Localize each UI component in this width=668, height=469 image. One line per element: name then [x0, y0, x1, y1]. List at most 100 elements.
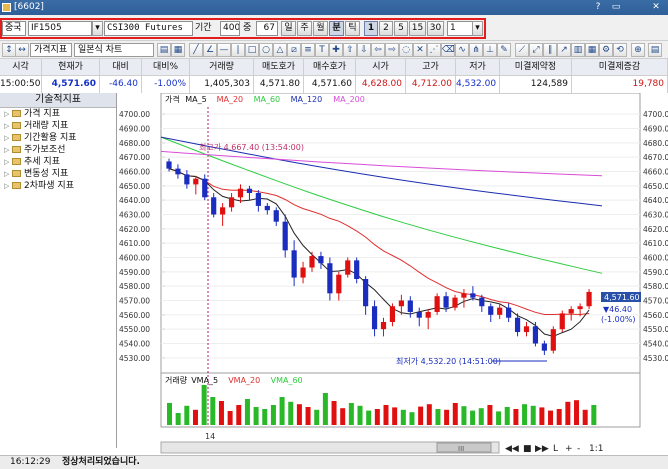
triangle-tool-icon[interactable]: △ — [273, 43, 287, 57]
interval-5[interactable]: 5 — [394, 21, 408, 36]
nav-button[interactable]: - — [577, 444, 580, 454]
indicator-group-volatility[interactable]: ▷ 변동성 지표 — [0, 168, 116, 180]
volume-bar — [556, 409, 562, 425]
indicator-group-volume[interactable]: ▷ 거래량 지표 — [0, 120, 116, 132]
nav-button[interactable]: ◀◀ — [505, 444, 519, 454]
close-button[interactable]: ✕ — [650, 2, 662, 13]
trendline-tool-icon[interactable]: ╱ — [189, 43, 203, 57]
angle-tool-icon[interactable]: ∠ — [203, 43, 217, 57]
delete-tool-icon[interactable]: ⌫ — [441, 43, 455, 57]
bar-type-icon[interactable]: ▥ — [571, 43, 585, 57]
count-input[interactable]: 67 — [256, 21, 278, 36]
zoom-in-icon[interactable]: ⊕ — [631, 43, 645, 57]
parallel-tool-icon[interactable]: ∥ — [543, 43, 557, 57]
nav-button[interactable]: 1:1 — [589, 444, 603, 454]
nav-button[interactable]: L — [553, 444, 558, 454]
price-chart[interactable]: 4700.00 4700.00 4690.00 4690.00 4680.00 4680.… — [117, 93, 668, 455]
indicator-group-derivative[interactable]: ▷ 2차파생 지표 — [0, 180, 116, 192]
expand-icon[interactable]: ▷ — [4, 168, 12, 180]
candle — [193, 178, 199, 185]
expand-icon[interactable]: ▷ — [4, 120, 12, 132]
interval-2[interactable]: 2 — [379, 21, 393, 36]
market-select[interactable]: 중국 — [2, 21, 26, 36]
volume-bar — [452, 403, 458, 425]
minimize-button[interactable]: ▭ — [610, 2, 622, 13]
help-button[interactable]: ? — [592, 2, 604, 13]
grid-icon[interactable]: ▦ — [585, 43, 599, 57]
speed-tool-icon[interactable]: ⋰ — [427, 43, 441, 57]
interval-input[interactable]: 1 — [447, 21, 473, 36]
left-tick-label: 4690.00 — [119, 125, 150, 134]
indicator-group-overlay[interactable]: ▷ 주가보조선 — [0, 144, 116, 156]
print-icon[interactable]: ▦ — [171, 43, 185, 57]
legend-item: MA_20 — [217, 95, 244, 104]
arrow-down-tool-icon[interactable]: ⇩ — [357, 43, 371, 57]
interval-30[interactable]: 30 — [427, 21, 444, 36]
right-tick-label: 4610.00 — [643, 239, 668, 248]
expand-icon[interactable]: ▷ — [4, 132, 12, 144]
right-tick-label: 4650.00 — [643, 182, 668, 191]
settings-icon[interactable]: ⚙ — [599, 43, 613, 57]
ext-line-tool-icon[interactable]: ⤢ — [529, 43, 543, 57]
nav-back-icon[interactable]: ↕ — [2, 43, 16, 57]
nav-forward-icon[interactable]: ↔ — [15, 43, 29, 57]
interval-dropdown-icon[interactable]: ▾ — [472, 21, 483, 36]
svg-text:4,571.60: 4,571.60 — [604, 293, 640, 302]
reset-icon[interactable]: ⟲ — [613, 43, 627, 57]
fib-tool-icon[interactable]: ≡ — [301, 43, 315, 57]
indicator-panel: 기술적지표 ▷ 가격 지표 ▷ 거래량 지표 ▷ 기간활용 지표 ▷ 주가보조선 ▷ 추세… — [0, 93, 117, 448]
rect-tool-icon[interactable]: □ — [245, 43, 259, 57]
indicator-group-price[interactable]: ▷ 가격 지표 — [0, 108, 116, 120]
indicator-group-period[interactable]: ▷ 기간활용 지표 — [0, 132, 116, 144]
period-input[interactable]: 400 — [220, 21, 240, 36]
text-tool-icon[interactable]: T — [315, 43, 329, 57]
expand-icon[interactable]: ▷ — [4, 144, 12, 156]
price-index-button[interactable]: 가격지표 — [30, 43, 72, 57]
volume-bar — [270, 405, 276, 425]
timeframe-day[interactable]: 일 — [281, 21, 296, 36]
left-tick-label: 4610.00 — [119, 239, 150, 248]
indicator-group-trend[interactable]: ▷ 추세 지표 — [0, 156, 116, 168]
price-pane-frame — [160, 93, 641, 402]
nav-button[interactable]: + — [565, 444, 573, 454]
interval-1[interactable]: 1 — [364, 21, 378, 36]
chart-list-icon[interactable]: ▤ — [648, 43, 662, 57]
timeframe-week[interactable]: 주 — [297, 21, 312, 36]
expand-icon[interactable]: ▷ — [4, 108, 12, 120]
cross-tool-icon[interactable]: ✕ — [413, 43, 427, 57]
volume-bar — [201, 385, 207, 425]
ray-tool-icon[interactable]: ↗ — [557, 43, 571, 57]
nav-button[interactable]: ▶▶ — [535, 444, 549, 454]
timeframe-tick[interactable]: 틱 — [345, 21, 360, 36]
wave-tool-icon[interactable]: ∿ — [455, 43, 469, 57]
vline-tool-icon[interactable]: | — [231, 43, 245, 57]
fan-tool-icon[interactable]: ⟋ — [515, 43, 529, 57]
header-high: 고가 — [406, 59, 456, 76]
nav-button[interactable]: ■ — [523, 444, 532, 454]
candle — [541, 343, 547, 351]
channel-tool-icon[interactable]: ⧄ — [287, 43, 301, 57]
ruler-tool-icon[interactable]: ⊥ — [483, 43, 497, 57]
code-input[interactable]: IF1505 — [28, 21, 92, 36]
folder-icon — [12, 146, 21, 153]
arrow-up-tool-icon[interactable]: ⇧ — [343, 43, 357, 57]
cycle-tool-icon[interactable]: ◌ — [399, 43, 413, 57]
timeframe-minute[interactable]: 분 — [329, 21, 344, 36]
arrow-right-tool-icon[interactable]: ⇨ — [385, 43, 399, 57]
chart-scrollbar[interactable]: III — [160, 441, 500, 454]
code-dropdown-icon[interactable]: ▾ — [92, 21, 103, 36]
expand-icon[interactable]: ▷ — [4, 156, 12, 168]
circle-tool-icon[interactable]: ○ — [259, 43, 273, 57]
gann-tool-icon[interactable]: ✚ — [329, 43, 343, 57]
save-icon[interactable]: ▤ — [157, 43, 171, 57]
timeframe-month[interactable]: 월 — [313, 21, 328, 36]
chart-type-select[interactable]: 일본식 차트 — [74, 43, 154, 57]
tools-icon[interactable]: ✎ — [497, 43, 511, 57]
left-tick-label: 4680.00 — [119, 139, 150, 148]
expand-icon[interactable]: ▷ — [4, 180, 12, 192]
pitchfork-tool-icon[interactable]: ⋔ — [469, 43, 483, 57]
interval-15[interactable]: 15 — [409, 21, 426, 36]
candle — [255, 193, 261, 206]
arrow-left-tool-icon[interactable]: ⇦ — [371, 43, 385, 57]
hline-tool-icon[interactable]: — — [217, 43, 231, 57]
